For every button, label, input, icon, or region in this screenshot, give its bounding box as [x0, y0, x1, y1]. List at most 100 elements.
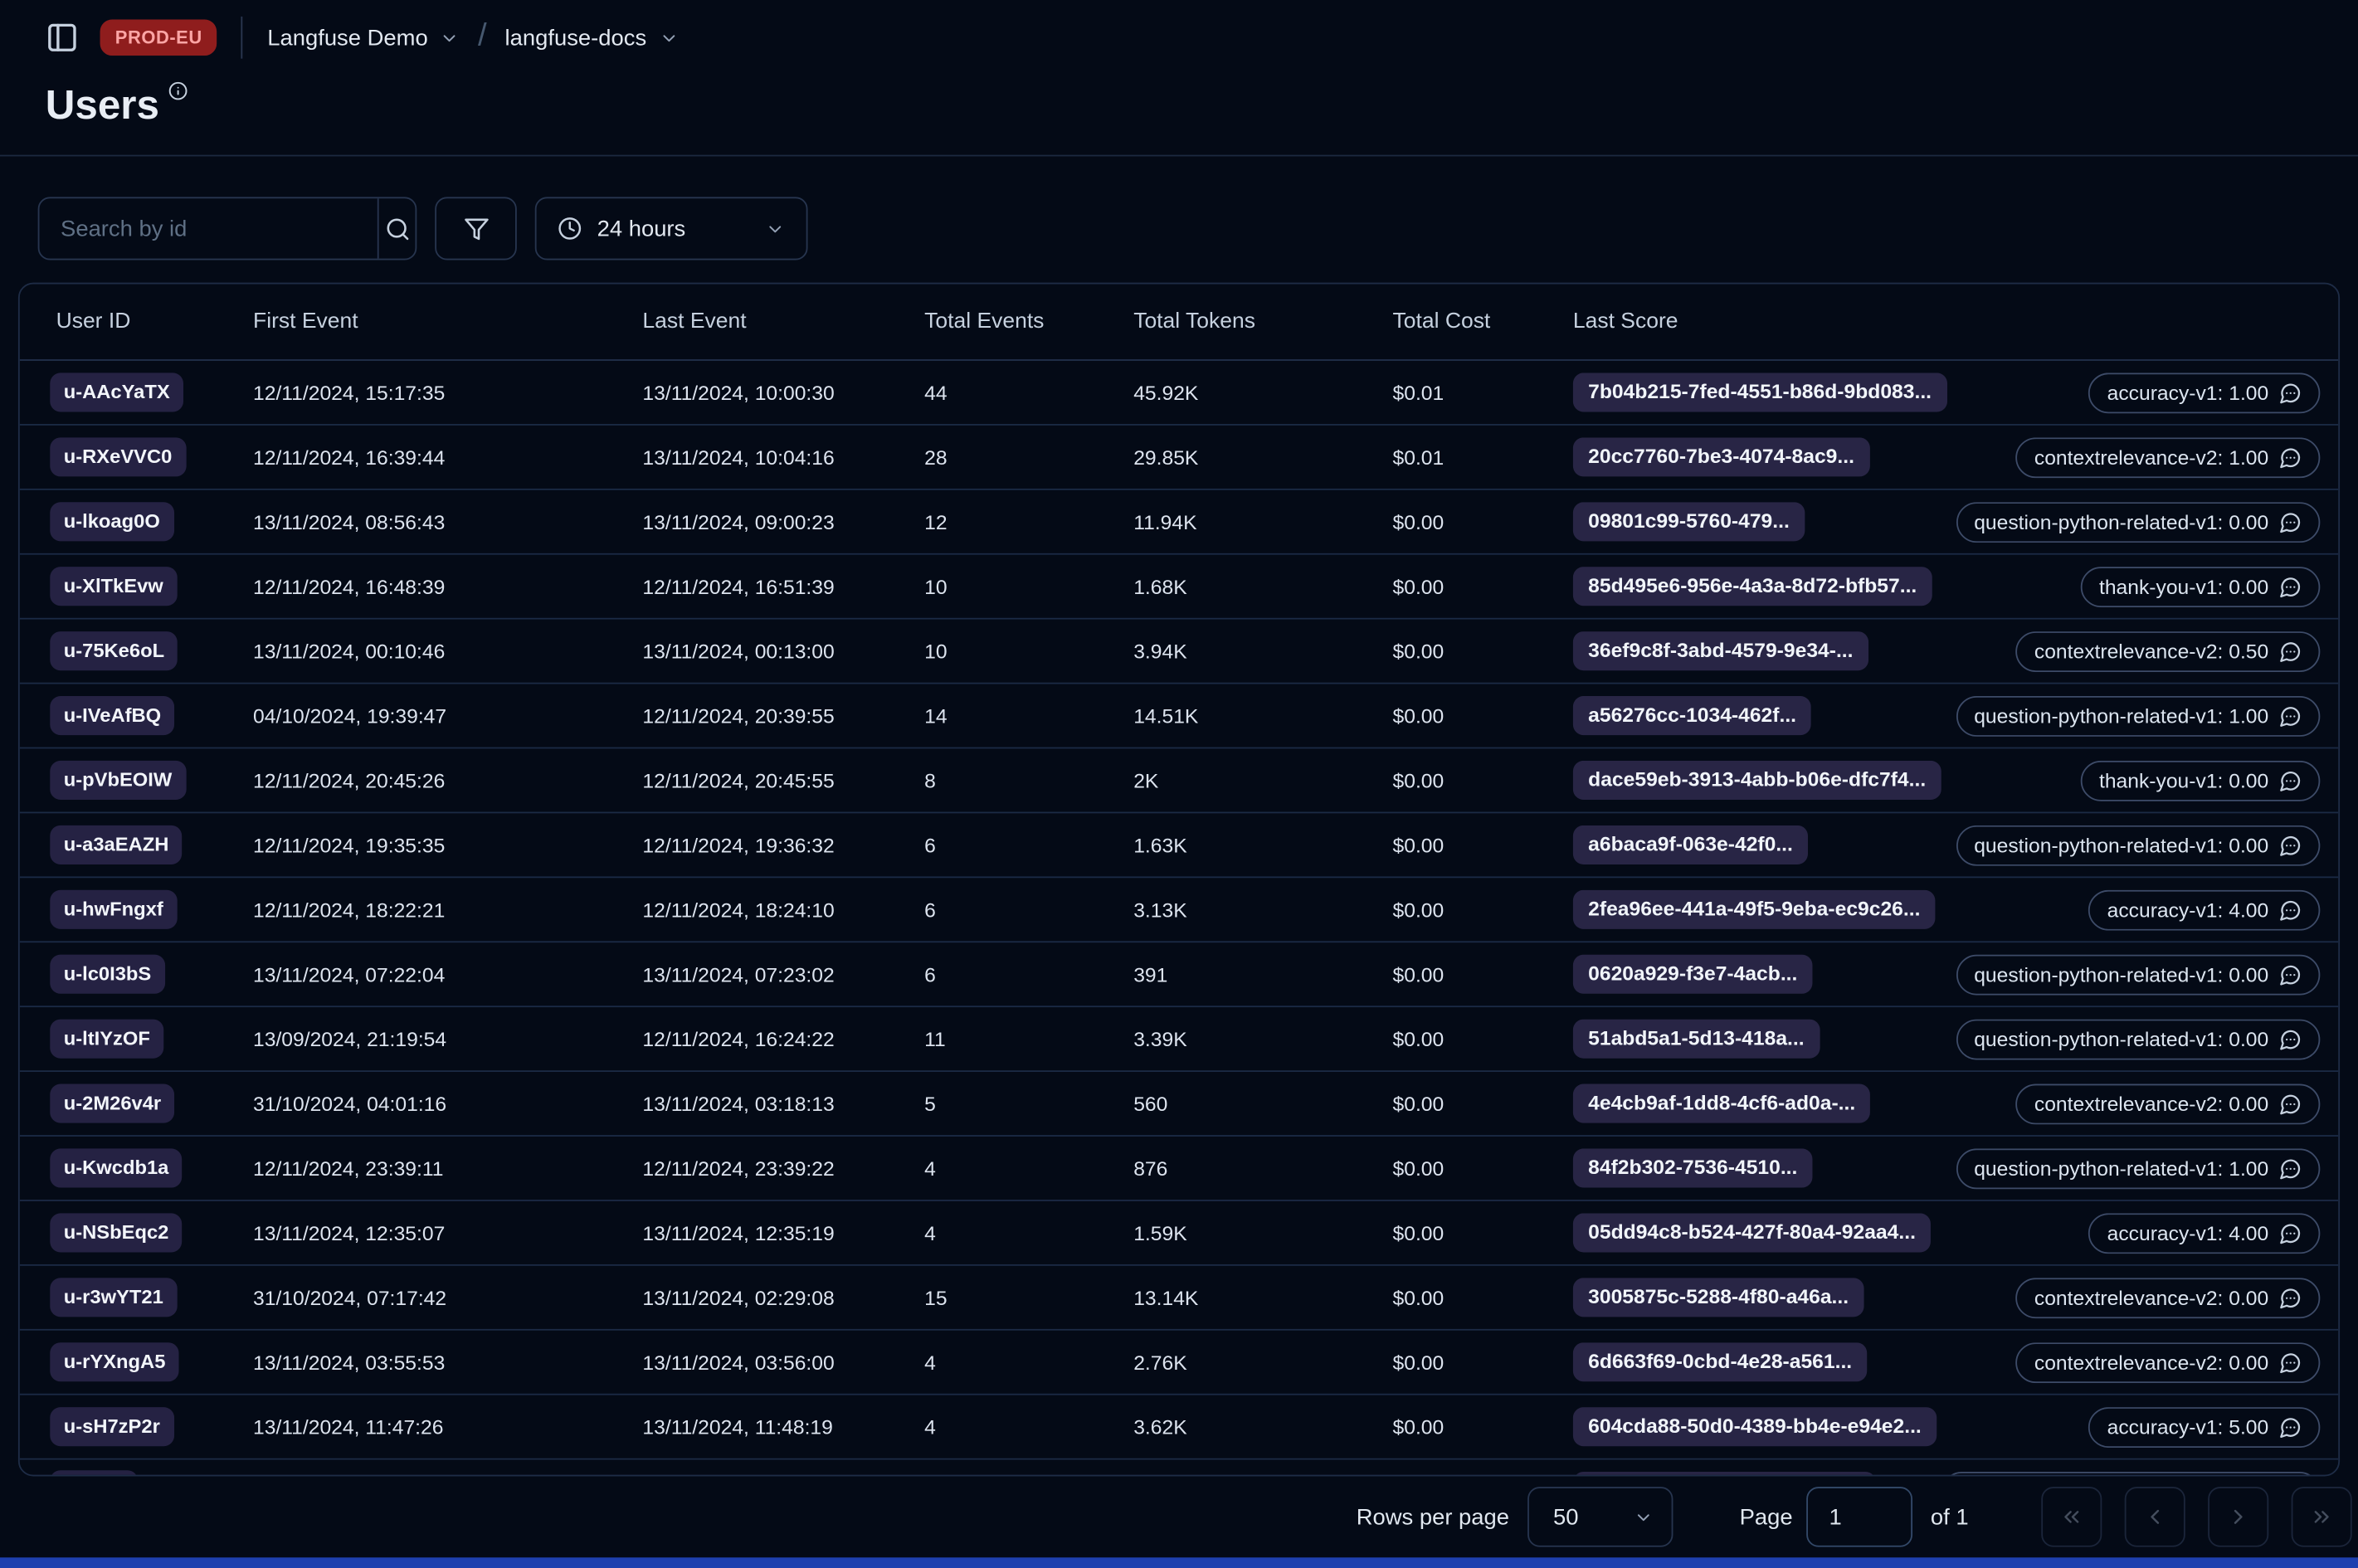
score-pill[interactable]: accuracy-v1: 4.00	[2088, 889, 2321, 930]
chevron-down-icon	[769, 225, 782, 232]
user-id-badge[interactable]: u-Kwcdb1a	[50, 1148, 183, 1188]
table-row[interactable]: u-RXeVVC0 12/11/2024, 16:39:44 13/11/202…	[19, 426, 2339, 490]
trace-id-badge[interactable]: 36ef9c8f-3abd-4579-9e34-...	[1572, 631, 1868, 671]
user-id-badge[interactable]: u-lc0I3bS	[50, 954, 165, 994]
trace-id-badge[interactable]: 51abd5a1-5d13-418a...	[1572, 1019, 1820, 1059]
search-input[interactable]	[39, 198, 378, 259]
score-pill[interactable]: contextrelevance-v2: 0.50	[2015, 631, 2321, 672]
search-button[interactable]	[377, 198, 416, 259]
user-id-badge[interactable]: u-ltIYzOF	[50, 1019, 164, 1059]
table-row[interactable]: u-a3aEAZH 12/11/2024, 19:35:35 12/11/202…	[19, 813, 2339, 879]
score-pill[interactable]: thank-you-v1: 0.00	[2081, 760, 2321, 801]
info-button[interactable]	[168, 81, 188, 101]
score-pill[interactable]: question-python-related-v1: 0.00	[1956, 953, 2321, 995]
total-cost-cell: $0.00	[1392, 640, 1445, 663]
last-score-cell: 09801c99-5760-479... question-python-rel…	[1555, 501, 2323, 543]
score-label: accuracy-v1: 4.00	[2107, 1221, 2269, 1244]
score-pill[interactable]: question-python-related-v1: 1.00	[1956, 1147, 2321, 1189]
last-score-cell: 20cc7760-7be3-4074-8ac9... contextreleva…	[1555, 436, 2323, 478]
total-cost-cell: $0.00	[1392, 1092, 1445, 1115]
trace-id-badge[interactable]: a56276cc-1034-462f...	[1572, 695, 1812, 736]
table-row[interactable]: u-pVbEOIW 12/11/2024, 20:45:26 12/11/202…	[19, 748, 2339, 814]
table-row[interactable]: u-lc0I3bS 13/11/2024, 07:22:04 13/11/202…	[19, 942, 2339, 1008]
user-id-badge[interactable]: u-lkoag0O	[50, 502, 174, 542]
trace-id-badge[interactable]: 0620a929-f3e7-4acb...	[1572, 954, 1813, 994]
table-row[interactable]: u-r3wYT21 31/10/2024, 07:17:42 13/11/202…	[19, 1266, 2339, 1331]
sidebar-toggle-button[interactable]	[46, 21, 79, 54]
user-id-badge[interactable]: u-2M26v4r	[50, 1083, 175, 1123]
table-row[interactable]: u-hwFngxf 12/11/2024, 18:22:21 12/11/202…	[19, 878, 2339, 943]
rows-per-page-select[interactable]: 50	[1527, 1487, 1673, 1547]
score-pill[interactable]: question-python-related-v1: 0.00	[1956, 824, 2321, 865]
user-id-badge[interactable]: u-a3aEAZH	[50, 825, 183, 864]
user-id-badge[interactable]: u-AAcYaTX	[50, 373, 184, 412]
trace-id-badge[interactable]: 05dd94c8-b524-427f-80a4-92aa4...	[1572, 1213, 1932, 1253]
user-id-badge[interactable]: u-sH7zP2r	[50, 1407, 174, 1447]
score-pill[interactable]: contextrelevance-v2: 0.00	[2015, 1083, 2321, 1124]
table-row[interactable]: u-IVeAfBQ 04/10/2024, 19:39:47 12/11/202…	[19, 684, 2339, 749]
last-page-button[interactable]	[2291, 1487, 2352, 1547]
table-row[interactable]: u-75Ke6oL 13/11/2024, 00:10:46 13/11/202…	[19, 620, 2339, 684]
score-pill[interactable]	[1941, 1471, 2321, 1475]
page-number-input[interactable]	[1806, 1487, 1912, 1547]
user-id-badge[interactable]: u-hwFngxf	[50, 889, 178, 929]
first-page-button[interactable]	[2041, 1487, 2102, 1547]
next-page-button[interactable]	[2208, 1487, 2269, 1547]
time-range-button[interactable]: 24 hours	[534, 197, 808, 261]
previous-page-button[interactable]	[2124, 1487, 2185, 1547]
total-cost-cell: $0.00	[1392, 1027, 1445, 1050]
table-row[interactable]: u-ltIYzOF 13/09/2024, 21:19:54 12/11/202…	[19, 1007, 2339, 1073]
trace-id-badge[interactable]: dace59eb-3913-4abb-b06e-dfc7f4...	[1572, 760, 1941, 801]
trace-id-badge[interactable]: 6d663f69-0cbd-4e28-a561...	[1572, 1342, 1868, 1382]
score-pill[interactable]: question-python-related-v1: 0.00	[1956, 501, 2321, 543]
score-pill[interactable]: accuracy-v1: 5.00	[2088, 1406, 2321, 1448]
user-id-badge[interactable]: u-RXeVVC0	[50, 437, 186, 477]
score-pill[interactable]: question-python-related-v1: 0.00	[1956, 1018, 2321, 1059]
trace-id-badge[interactable]: 84f2b302-7536-4510...	[1572, 1148, 1813, 1188]
user-id-badge[interactable]: u-pVbEOIW	[50, 760, 186, 801]
table-row[interactable]: u-lkoag0O 13/11/2024, 08:56:43 13/11/202…	[19, 490, 2339, 555]
user-id-badge[interactable]: u-NSbEqc2	[50, 1213, 183, 1253]
users-page: PROD-EU Langfuse Demo / langfuse-docs Us…	[0, 0, 2358, 1568]
score-pill[interactable]: question-python-related-v1: 1.00	[1956, 695, 2321, 737]
score-pill[interactable]: contextrelevance-v2: 0.00	[2015, 1277, 2321, 1318]
score-pill[interactable]: thank-you-v1: 0.00	[2081, 566, 2321, 607]
user-id-badge[interactable]: u-rYXngA5	[50, 1342, 179, 1382]
score-pill[interactable]: accuracy-v1: 4.00	[2088, 1212, 2321, 1254]
table-row[interactable]: u-NSbEqc2 13/11/2024, 12:35:07 13/11/202…	[19, 1201, 2339, 1266]
table-row[interactable]: u-2M26v4r 31/10/2024, 04:01:16 13/11/202…	[19, 1072, 2339, 1137]
table-row[interactable]: u-AAcYaTX 12/11/2024, 15:17:35 13/11/202…	[19, 361, 2339, 426]
breadcrumb-project[interactable]: langfuse-docs	[505, 25, 679, 51]
user-id-badge[interactable]: u-75Ke6oL	[50, 631, 178, 671]
table-row[interactable]: u-XlTkEvw 12/11/2024, 16:48:39 12/11/202…	[19, 555, 2339, 620]
filter-button[interactable]	[435, 197, 517, 261]
total-tokens-cell: 3.39K	[1133, 1027, 1187, 1050]
breadcrumb-org[interactable]: Langfuse Demo	[267, 25, 460, 51]
trace-id-badge[interactable]: 85d495e6-956e-4a3a-8d72-bfb57...	[1572, 567, 1932, 606]
trace-id-badge[interactable]: 20cc7760-7be3-4074-8ac9...	[1572, 437, 1870, 477]
total-cost-cell: $0.00	[1392, 510, 1445, 533]
first-event-cell: 13/11/2024, 11:47:26	[253, 1415, 444, 1439]
table-row[interactable]: u-rYXngA5 13/11/2024, 03:55:53 13/11/202…	[19, 1331, 2339, 1395]
last-event-cell: 13/11/2024, 03:18:13	[642, 1092, 835, 1115]
score-pill[interactable]: contextrelevance-v2: 0.00	[2015, 1342, 2321, 1383]
user-id-badge[interactable]: u-XlTkEvw	[50, 567, 178, 606]
trace-id-badge[interactable]: a6baca9f-063e-42f0...	[1572, 825, 1809, 864]
trace-id-badge[interactable]: 7b04b215-7fed-4551-b86d-9bd083...	[1572, 373, 1947, 412]
table-row[interactable]	[20, 1460, 2339, 1475]
user-id-badge[interactable]: u-r3wYT21	[50, 1278, 178, 1317]
score-pill[interactable]: contextrelevance-v2: 1.00	[2015, 436, 2321, 478]
trace-id-badge[interactable]	[1572, 1472, 1877, 1475]
trace-id-badge[interactable]: 4e4cb9af-1dd8-4cf6-ad0a-...	[1572, 1083, 1871, 1123]
trace-id-badge[interactable]: 3005875c-5288-4f80-a46a...	[1572, 1278, 1864, 1317]
org-name: Langfuse Demo	[267, 24, 428, 51]
user-id-badge[interactable]: u-IVeAfBQ	[50, 695, 175, 736]
trace-id-badge[interactable]: 09801c99-5760-479...	[1572, 502, 1805, 542]
score-pill[interactable]: accuracy-v1: 1.00	[2088, 372, 2321, 413]
user-id-badge[interactable]	[50, 1469, 139, 1475]
trace-id-badge[interactable]: 604cda88-50d0-4389-bb4e-e94e2...	[1572, 1407, 1937, 1447]
table-row[interactable]: u-Kwcdb1a 12/11/2024, 23:39:11 12/11/202…	[19, 1137, 2339, 1201]
trace-id-badge[interactable]: 2fea96ee-441a-49f5-9eba-ec9c26...	[1572, 889, 1936, 929]
table-row[interactable]: u-sH7zP2r 13/11/2024, 11:47:26 13/11/202…	[19, 1395, 2339, 1460]
first-event-cell: 12/11/2024, 19:35:35	[253, 833, 446, 856]
